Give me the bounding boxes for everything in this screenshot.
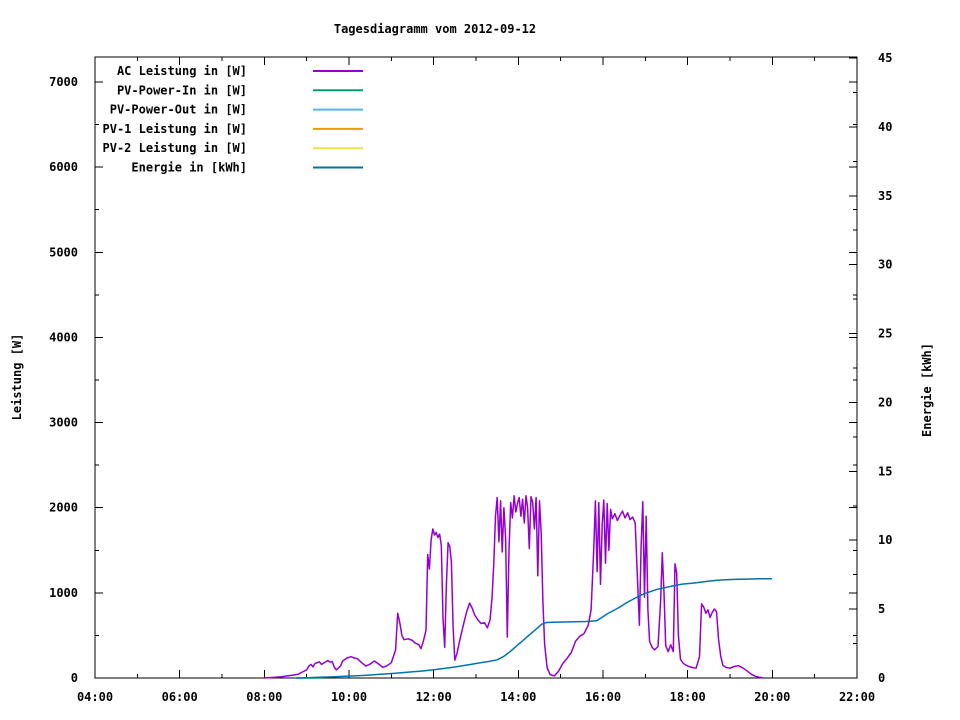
- y2-tick-label: 30: [878, 258, 892, 272]
- y2-tick-label: 45: [878, 51, 892, 65]
- legend-label-pv-1-leistung-in-w: PV-1 Leistung in [W]: [103, 122, 248, 136]
- tagesdiagramm-chart: Tagesdiagramm vom 2012-09-12 Leistung [W…: [10, 22, 934, 704]
- chart-window: Tagesdiagramm vom 2012-09-12 Leistung [W…: [0, 0, 960, 720]
- legend-label-pv-power-in-in-w: PV-Power-In in [W]: [117, 83, 247, 97]
- y2-tick-label: 0: [878, 671, 885, 685]
- chart-title: Tagesdiagramm vom 2012-09-12: [334, 22, 536, 36]
- series-ac-leistung-in-w: [262, 495, 764, 679]
- x-tick-label: 20:00: [754, 690, 790, 704]
- y2-tick-label: 40: [878, 120, 892, 134]
- x-tick-label: 18:00: [670, 690, 706, 704]
- y2-tick-label: 5: [878, 602, 885, 616]
- x-tick-label: 16:00: [585, 690, 621, 704]
- y1-tick-label: 4000: [49, 330, 78, 344]
- plot-series: [262, 495, 773, 679]
- y1-tick-label: 2000: [49, 501, 78, 515]
- y1-tick-label: 1000: [49, 586, 78, 600]
- legend-label-ac-leistung-in-w: AC Leistung in [W]: [117, 64, 247, 78]
- y1-axis-label: Leistung [W]: [10, 334, 24, 421]
- x-tick-label: 08:00: [246, 690, 282, 704]
- y1-tick-label: 6000: [49, 160, 78, 174]
- legend-label-pv-power-out-in-w: PV-Power-Out in [W]: [110, 103, 247, 117]
- y2-tick-label: 35: [878, 189, 892, 203]
- x-tick-label: 22:00: [839, 690, 875, 704]
- y2-axis-label: Energie [kWh]: [920, 343, 934, 437]
- y1-tick-label: 3000: [49, 416, 78, 430]
- x-tick-label: 14:00: [500, 690, 536, 704]
- x-tick-label: 10:00: [331, 690, 367, 704]
- y2-tick-label: 20: [878, 395, 892, 409]
- y2-tick-label: 15: [878, 464, 892, 478]
- legend-label-pv-2-leistung-in-w: PV-2 Leistung in [W]: [103, 141, 248, 155]
- x-tick-label: 04:00: [77, 690, 113, 704]
- y1-tick-label: 0: [71, 671, 78, 685]
- legend-label-energie-in-kwh: Energie in [kWh]: [131, 161, 247, 175]
- y2-tick-label: 25: [878, 327, 892, 341]
- x-tick-label: 12:00: [416, 690, 452, 704]
- y1-tick-label: 7000: [49, 75, 78, 89]
- y2-tick-label: 10: [878, 533, 892, 547]
- y1-tick-label: 5000: [49, 245, 78, 259]
- x-tick-label: 06:00: [162, 690, 198, 704]
- legend: AC Leistung in [W] PV-Power-In in [W] PV-P…: [103, 64, 363, 175]
